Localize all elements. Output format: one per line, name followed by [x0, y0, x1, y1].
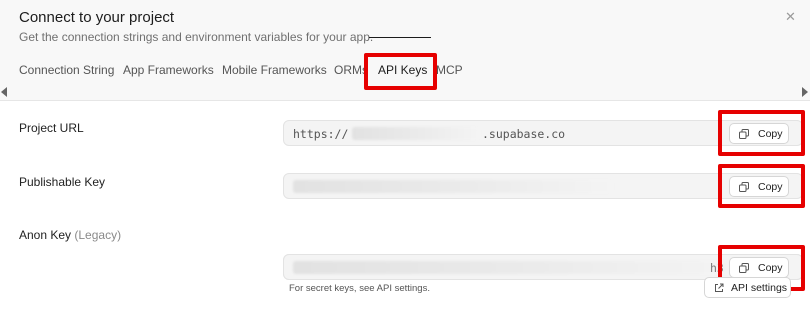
- scroll-left-icon[interactable]: [1, 87, 7, 97]
- active-tab-indicator: [369, 37, 431, 38]
- secret-keys-note: For secret keys, see API settings.: [289, 283, 430, 294]
- external-link-icon: [715, 283, 724, 292]
- highlight-box-copy-url: [718, 110, 805, 156]
- redacted-publishable-key: [293, 180, 613, 193]
- legacy-tag: (Legacy): [74, 228, 122, 242]
- anon-key-label-text: Anon Key: [19, 228, 72, 242]
- tab-orms[interactable]: ORMs: [334, 63, 368, 77]
- tab-mobile-frameworks[interactable]: Mobile Frameworks: [222, 63, 327, 77]
- anon-key-label: Anon Key (Legacy): [19, 228, 121, 242]
- dialog-subtitle: Get the connection strings and environme…: [19, 30, 374, 44]
- highlight-box-api-keys-tab: [364, 53, 437, 90]
- project-url-suffix: .supabase.co: [482, 127, 566, 141]
- tab-mcp[interactable]: MCP: [436, 63, 463, 77]
- redacted-anon-key: [293, 261, 733, 274]
- dialog-title: Connect to your project: [19, 9, 175, 26]
- tab-app-frameworks[interactable]: App Frameworks: [123, 63, 214, 77]
- publishable-key-label: Publishable Key: [19, 175, 106, 189]
- project-url-label: Project URL: [19, 121, 84, 135]
- tab-connection-string[interactable]: Connection String: [19, 63, 114, 77]
- scroll-right-icon[interactable]: [802, 87, 808, 97]
- project-url-prefix: https://: [293, 127, 349, 141]
- api-settings-label: API settings: [731, 282, 788, 294]
- api-settings-button[interactable]: API settings: [704, 277, 791, 298]
- highlight-box-copy-publishable: [718, 164, 805, 208]
- close-icon[interactable]: ✕: [785, 10, 796, 24]
- redacted-project-ref: [352, 127, 480, 140]
